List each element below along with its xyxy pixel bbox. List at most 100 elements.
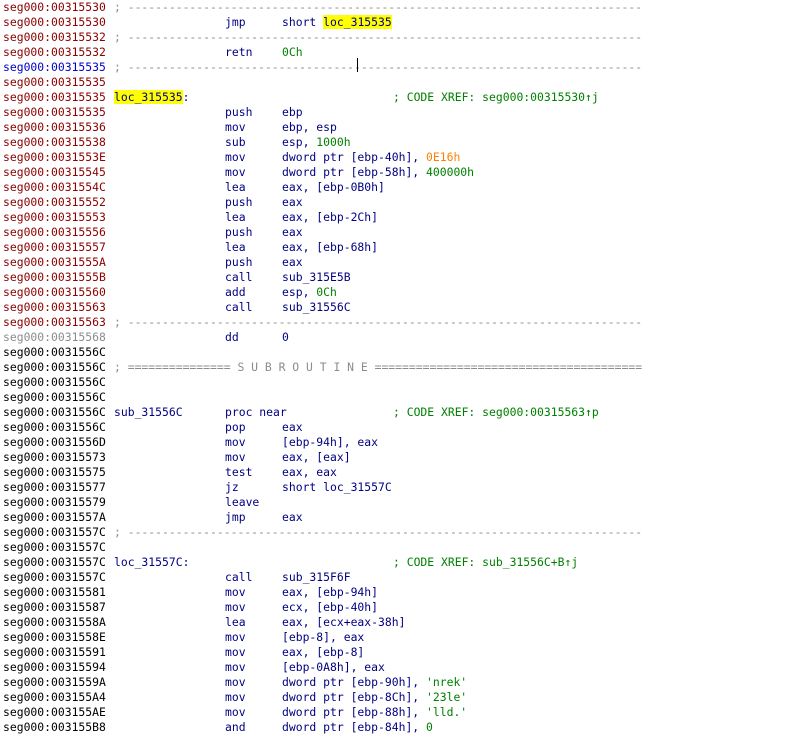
listing-line[interactable]: seg000:003155A4 mov dword ptr [ebp-8Ch], '… — [0, 690, 798, 705]
listing-line[interactable]: seg000:00315594 mov [ebp-0A8h], eax — [0, 660, 798, 675]
operands[interactable]: ecx, [ebp-40h] — [282, 600, 378, 615]
listing-line[interactable]: seg000:00315538 sub esp, 1000h — [0, 135, 798, 150]
listing-line[interactable]: seg000:00315573 mov eax, [eax] — [0, 450, 798, 465]
operands[interactable]: eax — [282, 420, 303, 435]
operands[interactable]: short loc_31557C — [282, 480, 392, 495]
listing-line[interactable]: seg000:00315563 call sub_31556C — [0, 300, 798, 315]
listing-line[interactable]: seg000:0031558A lea eax, [ecx+eax-38h] — [0, 615, 798, 630]
code-label[interactable]: loc_315535: — [114, 90, 189, 105]
operand-segment: ebp — [282, 105, 303, 119]
listing-line[interactable]: seg000:0031559A mov dword ptr [ebp-90h], '… — [0, 675, 798, 690]
xref-comment[interactable]: ; CODE XREF: seg000:00315530↑j — [393, 90, 599, 105]
listing-line[interactable]: seg000:00315556 push eax — [0, 225, 798, 240]
operands[interactable]: dword ptr [ebp-90h], 'nrek' — [282, 675, 467, 690]
operands[interactable]: dword ptr [ebp-58h], 400000h — [282, 165, 474, 180]
xref-comment[interactable]: ; CODE XREF: seg000:00315563↑p — [393, 405, 599, 420]
listing-line[interactable]: seg000:00315536 mov ebp, esp — [0, 120, 798, 135]
operand-segment: 'nrek' — [426, 675, 468, 689]
operands[interactable]: short loc_315535 — [282, 15, 392, 30]
listing-line[interactable]: seg000:00315560 add esp, 0Ch — [0, 285, 798, 300]
listing-line[interactable]: seg000:00315563 ; -----------------------… — [0, 315, 798, 330]
listing-line[interactable]: seg000:0031557C ; -----------------------… — [0, 525, 798, 540]
listing-line[interactable]: seg000:00315535 loc_315535: ; CODE XREF: s… — [0, 90, 798, 105]
operands[interactable]: sub_315E5B — [282, 270, 351, 285]
listing-line[interactable]: seg000:00315535 — [0, 75, 798, 90]
listing-line[interactable]: seg000:00315535 ; -----------------------… — [0, 60, 798, 75]
operands[interactable]: dword ptr [ebp-88h], 'lld.' — [282, 705, 467, 720]
operands[interactable]: ebp — [282, 105, 303, 120]
code-label[interactable]: loc_31557C: — [114, 555, 189, 570]
operands[interactable]: eax, eax — [282, 465, 337, 480]
listing-line[interactable]: seg000:00315535 push ebp — [0, 105, 798, 120]
operands[interactable]: [ebp-94h], eax — [282, 435, 378, 450]
listing-line[interactable]: seg000:00315545 mov dword ptr [ebp-58h], 4… — [0, 165, 798, 180]
operands[interactable]: 0Ch — [282, 45, 303, 60]
line-address: seg000:0031556C — [3, 360, 106, 374]
listing-line[interactable]: seg000:0031556C — [0, 375, 798, 390]
operands[interactable]: eax, [ebp-8] — [282, 645, 364, 660]
listing-line[interactable]: seg000:0031556C — [0, 345, 798, 360]
listing-line[interactable]: seg000:0031556C sub_31556C proc near ; CODE… — [0, 405, 798, 420]
line-address: seg000:0031559A — [3, 675, 106, 689]
operands[interactable]: esp, 0Ch — [282, 285, 337, 300]
operands[interactable]: eax, [ebp-0B0h] — [282, 180, 385, 195]
listing-line[interactable]: seg000:00315591 mov eax, [ebp-8] — [0, 645, 798, 660]
operand-segment: eax, [ecx+eax-38h] — [282, 615, 406, 629]
operands[interactable]: eax — [282, 195, 303, 210]
listing-line[interactable]: seg000:00315587 mov ecx, [ebp-40h] — [0, 600, 798, 615]
operand-segment: sub_315E5B — [282, 270, 351, 284]
listing-line[interactable]: seg000:00315532 ; -----------------------… — [0, 30, 798, 45]
listing-line[interactable]: seg000:003155AE mov dword ptr [ebp-88h], '… — [0, 705, 798, 720]
listing-line[interactable]: seg000:0031556C pop eax — [0, 420, 798, 435]
operands[interactable]: dword ptr [ebp-40h], 0E16h — [282, 150, 460, 165]
listing-line[interactable]: seg000:00315553 lea eax, [ebp-2Ch] — [0, 210, 798, 225]
listing-line[interactable]: seg000:00315532 retn 0Ch — [0, 45, 798, 60]
code-label-text[interactable]: loc_31557C — [114, 555, 183, 569]
listing-line[interactable]: seg000:0031556C — [0, 390, 798, 405]
listing-line[interactable]: seg000:00315575 test eax, eax — [0, 465, 798, 480]
listing-line[interactable]: seg000:00315579 leave — [0, 495, 798, 510]
code-label-text[interactable]: sub_31556C — [114, 405, 183, 419]
listing-line[interactable]: seg000:00315530 ; -----------------------… — [0, 0, 798, 15]
operands[interactable]: esp, 1000h — [282, 135, 351, 150]
listing-line[interactable]: seg000:00315568 dd 0 — [0, 330, 798, 345]
listing-line[interactable]: seg000:0031556C ; =============== S U B R… — [0, 360, 798, 375]
operands[interactable]: eax, [ebp-2Ch] — [282, 210, 378, 225]
listing-line[interactable]: seg000:0031557C loc_31557C: ; CODE XREF: s… — [0, 555, 798, 570]
line-address: seg000:00315553 — [3, 210, 106, 224]
listing-line[interactable]: seg000:00315581 mov eax, [ebp-94h] — [0, 585, 798, 600]
operands[interactable]: sub_31556C — [282, 300, 351, 315]
operands[interactable]: eax — [282, 255, 303, 270]
operands[interactable]: eax, [ecx+eax-38h] — [282, 615, 405, 630]
code-label[interactable]: sub_31556C — [114, 405, 183, 420]
xref-comment[interactable]: ; CODE XREF: sub_31556C+B↑j — [393, 555, 578, 570]
listing-line[interactable]: seg000:00315577 jz short loc_31557C — [0, 480, 798, 495]
operands[interactable]: [ebp-8], eax — [282, 630, 364, 645]
operands[interactable]: [ebp-0A8h], eax — [282, 660, 385, 675]
operand-reference[interactable]: loc_315535 — [323, 15, 392, 29]
operands[interactable]: eax — [282, 225, 303, 240]
operands[interactable]: eax, [eax] — [282, 450, 351, 465]
listing-line[interactable]: seg000:0031557A jmp eax — [0, 510, 798, 525]
operands[interactable]: 0 — [282, 330, 289, 345]
operands[interactable]: ebp, esp — [282, 120, 337, 135]
mnemonic: call — [225, 300, 253, 314]
listing-line[interactable]: seg000:00315557 lea eax, [ebp-68h] — [0, 240, 798, 255]
listing-line[interactable]: seg000:0031555A push eax — [0, 255, 798, 270]
operands[interactable]: dword ptr [ebp-8Ch], '23le' — [282, 690, 467, 705]
listing-line[interactable]: seg000:0031557C — [0, 540, 798, 555]
listing-line[interactable]: seg000:0031556D mov [ebp-94h], eax — [0, 435, 798, 450]
disassembly-listing[interactable]: seg000:00315530 ; -----------------------… — [0, 0, 798, 734]
operands[interactable]: eax, [ebp-94h] — [282, 585, 378, 600]
listing-line[interactable]: seg000:0031558E mov [ebp-8], eax — [0, 630, 798, 645]
listing-line[interactable]: seg000:0031553E mov dword ptr [ebp-40h], 0… — [0, 150, 798, 165]
operands[interactable]: sub_315F6F — [282, 570, 351, 585]
listing-line[interactable]: seg000:0031557C call sub_315F6F — [0, 570, 798, 585]
operands[interactable]: eax, [ebp-68h] — [282, 240, 378, 255]
operands[interactable]: eax — [282, 510, 303, 525]
listing-line[interactable]: seg000:00315530 jmp short loc_315535 — [0, 15, 798, 30]
listing-line[interactable]: seg000:00315552 push eax — [0, 195, 798, 210]
listing-line[interactable]: seg000:0031555B call sub_315E5B — [0, 270, 798, 285]
code-label-text[interactable]: loc_315535 — [114, 90, 183, 104]
listing-line[interactable]: seg000:0031554C lea eax, [ebp-0B0h] — [0, 180, 798, 195]
